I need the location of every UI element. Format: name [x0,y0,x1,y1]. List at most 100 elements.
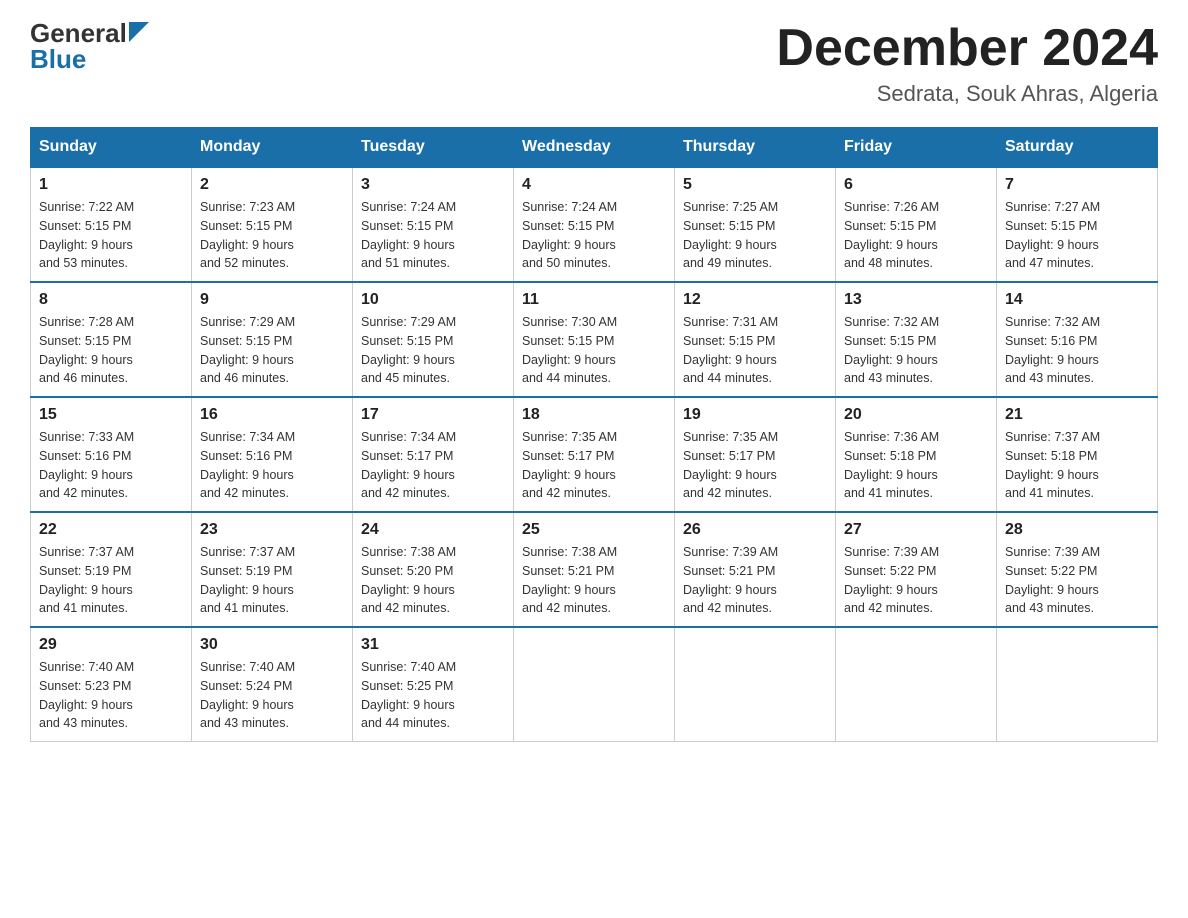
table-row [514,627,675,742]
day-number: 16 [200,406,344,424]
day-number: 8 [39,291,183,309]
day-number: 14 [1005,291,1149,309]
day-info: Sunrise: 7:31 AMSunset: 5:15 PMDaylight:… [683,313,827,388]
table-row [675,627,836,742]
calendar-table: Sunday Monday Tuesday Wednesday Thursday… [30,127,1158,742]
day-info: Sunrise: 7:35 AMSunset: 5:17 PMDaylight:… [683,428,827,503]
day-number: 15 [39,406,183,424]
day-number: 20 [844,406,988,424]
calendar-week-row: 8 Sunrise: 7:28 AMSunset: 5:15 PMDaylight… [31,282,1158,397]
day-info: Sunrise: 7:29 AMSunset: 5:15 PMDaylight:… [200,313,344,388]
day-number: 28 [1005,521,1149,539]
day-info: Sunrise: 7:22 AMSunset: 5:15 PMDaylight:… [39,198,183,273]
col-friday: Friday [836,128,997,168]
calendar-week-row: 22 Sunrise: 7:37 AMSunset: 5:19 PMDayligh… [31,512,1158,627]
table-row: 6Sunrise: 7:26 AMSunset: 5:15 PMDaylight… [836,167,997,282]
day-info: Sunrise: 7:29 AMSunset: 5:15 PMDaylight:… [361,313,505,388]
day-number: 7 [1005,176,1149,194]
day-number: 22 [39,521,183,539]
day-info: Sunrise: 7:35 AMSunset: 5:17 PMDaylight:… [522,428,666,503]
table-row: 5Sunrise: 7:25 AMSunset: 5:15 PMDaylight… [675,167,836,282]
day-number: 21 [1005,406,1149,424]
day-info: Sunrise: 7:30 AMSunset: 5:15 PMDaylight:… [522,313,666,388]
col-wednesday: Wednesday [514,128,675,168]
table-row: 14Sunrise: 7:32 AMSunset: 5:16 PMDayligh… [997,282,1158,397]
calendar-week-row: 1 Sunrise: 7:22 AMSunset: 5:15 PMDaylight… [31,167,1158,282]
day-info: Sunrise: 7:27 AMSunset: 5:15 PMDaylight:… [1005,198,1149,273]
logo-arrow-icon [129,22,149,46]
table-row: 23 Sunrise: 7:37 AMSunset: 5:19 PMDayligh… [192,512,353,627]
table-row: 9 Sunrise: 7:29 AMSunset: 5:15 PMDaylight… [192,282,353,397]
day-number: 13 [844,291,988,309]
day-info: Sunrise: 7:25 AMSunset: 5:15 PMDaylight:… [683,198,827,273]
calendar-week-row: 29Sunrise: 7:40 AMSunset: 5:23 PMDayligh… [31,627,1158,742]
calendar-header-row: Sunday Monday Tuesday Wednesday Thursday… [31,128,1158,168]
title-section: December 2024 Sedrata, Souk Ahras, Alger… [776,20,1158,107]
day-number: 2 [200,176,344,194]
day-info: Sunrise: 7:34 AMSunset: 5:17 PMDaylight:… [361,428,505,503]
col-tuesday: Tuesday [353,128,514,168]
table-row: 26Sunrise: 7:39 AMSunset: 5:21 PMDayligh… [675,512,836,627]
month-title: December 2024 [776,20,1158,77]
table-row: 27 Sunrise: 7:39 AMSunset: 5:22 PMDayligh… [836,512,997,627]
day-info: Sunrise: 7:32 AMSunset: 5:15 PMDaylight:… [844,313,988,388]
table-row [836,627,997,742]
table-row: 24 Sunrise: 7:38 AMSunset: 5:20 PMDayligh… [353,512,514,627]
day-number: 3 [361,176,505,194]
table-row: 22 Sunrise: 7:37 AMSunset: 5:19 PMDayligh… [31,512,192,627]
day-info: Sunrise: 7:37 AMSunset: 5:19 PMDaylight:… [200,543,344,618]
calendar-week-row: 15Sunrise: 7:33 AMSunset: 5:16 PMDayligh… [31,397,1158,512]
logo: General Blue [30,20,149,72]
day-number: 24 [361,521,505,539]
table-row: 10 Sunrise: 7:29 AMSunset: 5:15 PMDayligh… [353,282,514,397]
table-row: 21 Sunrise: 7:37 AMSunset: 5:18 PMDayligh… [997,397,1158,512]
day-info: Sunrise: 7:34 AMSunset: 5:16 PMDaylight:… [200,428,344,503]
day-number: 27 [844,521,988,539]
logo-general-text: General [30,20,127,46]
day-info: Sunrise: 7:40 AMSunset: 5:24 PMDaylight:… [200,658,344,733]
table-row: 28 Sunrise: 7:39 AMSunset: 5:22 PMDayligh… [997,512,1158,627]
day-info: Sunrise: 7:28 AMSunset: 5:15 PMDaylight:… [39,313,183,388]
day-number: 10 [361,291,505,309]
day-number: 19 [683,406,827,424]
table-row: 12Sunrise: 7:31 AMSunset: 5:15 PMDayligh… [675,282,836,397]
day-number: 31 [361,636,505,654]
col-thursday: Thursday [675,128,836,168]
table-row: 3 Sunrise: 7:24 AMSunset: 5:15 PMDaylight… [353,167,514,282]
table-row: 25Sunrise: 7:38 AMSunset: 5:21 PMDayligh… [514,512,675,627]
table-row: 30 Sunrise: 7:40 AMSunset: 5:24 PMDayligh… [192,627,353,742]
day-number: 4 [522,176,666,194]
table-row: 20Sunrise: 7:36 AMSunset: 5:18 PMDayligh… [836,397,997,512]
day-info: Sunrise: 7:37 AMSunset: 5:19 PMDaylight:… [39,543,183,618]
table-row: 17Sunrise: 7:34 AMSunset: 5:17 PMDayligh… [353,397,514,512]
day-info: Sunrise: 7:38 AMSunset: 5:21 PMDaylight:… [522,543,666,618]
page-header: General Blue December 2024 Sedrata, Souk… [30,20,1158,107]
day-number: 6 [844,176,988,194]
day-info: Sunrise: 7:40 AMSunset: 5:23 PMDaylight:… [39,658,183,733]
day-info: Sunrise: 7:39 AMSunset: 5:22 PMDaylight:… [1005,543,1149,618]
day-info: Sunrise: 7:40 AMSunset: 5:25 PMDaylight:… [361,658,505,733]
day-number: 30 [200,636,344,654]
logo-blue-text: Blue [30,44,86,74]
col-monday: Monday [192,128,353,168]
day-number: 1 [39,176,183,194]
day-info: Sunrise: 7:24 AMSunset: 5:15 PMDaylight:… [522,198,666,273]
location-title: Sedrata, Souk Ahras, Algeria [776,81,1158,107]
day-info: Sunrise: 7:23 AMSunset: 5:15 PMDaylight:… [200,198,344,273]
table-row: 11 Sunrise: 7:30 AMSunset: 5:15 PMDayligh… [514,282,675,397]
day-number: 23 [200,521,344,539]
table-row: 7 Sunrise: 7:27 AMSunset: 5:15 PMDaylight… [997,167,1158,282]
day-info: Sunrise: 7:37 AMSunset: 5:18 PMDaylight:… [1005,428,1149,503]
table-row: 29Sunrise: 7:40 AMSunset: 5:23 PMDayligh… [31,627,192,742]
table-row: 15Sunrise: 7:33 AMSunset: 5:16 PMDayligh… [31,397,192,512]
day-number: 9 [200,291,344,309]
table-row: 19 Sunrise: 7:35 AMSunset: 5:17 PMDayligh… [675,397,836,512]
day-info: Sunrise: 7:39 AMSunset: 5:22 PMDaylight:… [844,543,988,618]
table-row: 16 Sunrise: 7:34 AMSunset: 5:16 PMDayligh… [192,397,353,512]
col-saturday: Saturday [997,128,1158,168]
table-row: 18Sunrise: 7:35 AMSunset: 5:17 PMDayligh… [514,397,675,512]
day-number: 11 [522,291,666,309]
day-info: Sunrise: 7:24 AMSunset: 5:15 PMDaylight:… [361,198,505,273]
day-info: Sunrise: 7:38 AMSunset: 5:20 PMDaylight:… [361,543,505,618]
table-row [997,627,1158,742]
